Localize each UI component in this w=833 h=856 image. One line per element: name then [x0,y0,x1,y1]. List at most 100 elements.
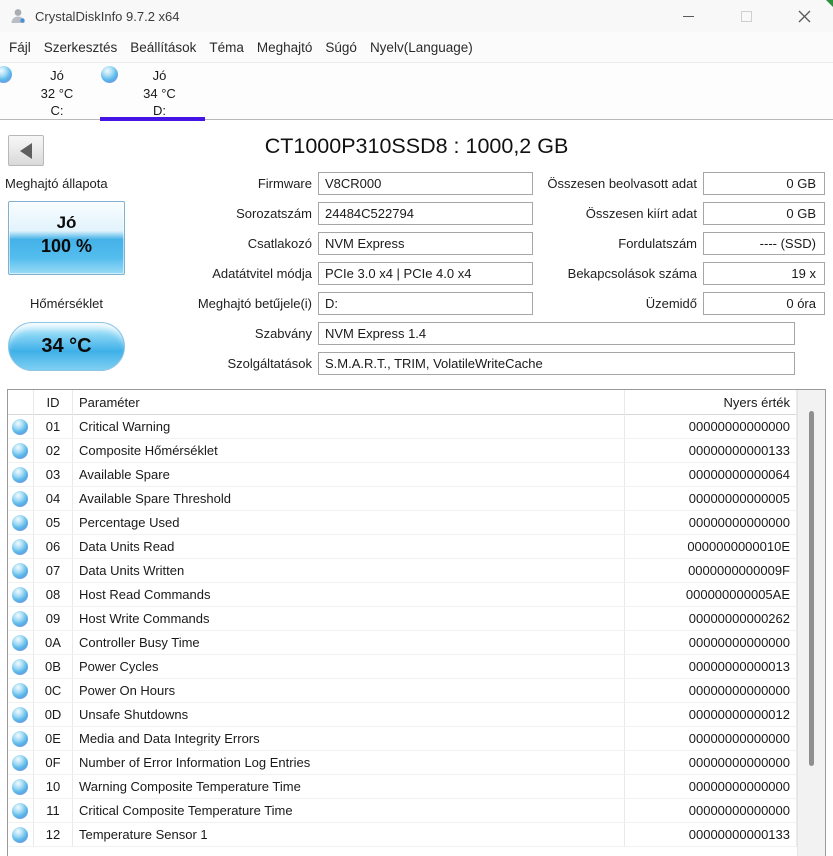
smart-table: ID Paraméter Nyers érték 01 Critical War… [7,389,826,856]
row-parameter: Temperature Sensor 1 [73,823,625,846]
header-id: ID [34,390,73,415]
maximize-button[interactable] [717,0,775,32]
status-orb-icon [12,587,28,603]
drive-tab-d[interactable]: Jó 34 °C D: [100,63,205,121]
status-orb-icon [12,803,28,819]
table-row: 0A Controller Busy Time 00000000000000 [8,631,825,655]
field-sorozatszam: Sorozatszám 24484C522794 Összesen kiírt … [0,202,833,225]
row-raw-value: 0000000000009F [625,559,797,582]
back-button[interactable] [8,135,44,166]
tab-status: Jó [50,68,64,83]
table-row: 0C Power On Hours 00000000000000 [8,679,825,703]
status-orb-icon [12,515,28,531]
table-row: 09 Host Write Commands 00000000000262 [8,607,825,631]
app-icon [11,9,25,23]
table-row: 04 Available Spare Threshold 00000000000… [8,487,825,511]
row-parameter: Data Units Written [73,559,625,582]
scrollbar-thumb[interactable] [809,411,814,766]
row-id: 03 [34,463,73,486]
row-raw-value: 00000000000000 [625,799,797,822]
drive-tab-strip: Jó 32 °C C: Jó 34 °C D: [0,62,833,121]
row-parameter: Power Cycles [73,655,625,678]
row-raw-value: 00000000000000 [625,679,797,702]
field-label: Csatlakozó [247,236,312,251]
field-label: Adatátvitel módja [212,266,312,281]
maximize-icon [740,10,752,22]
field-value: 24484C522794 [318,202,533,225]
table-row: 05 Percentage Used 00000000000000 [8,511,825,535]
row-parameter: Critical Warning [73,415,625,438]
row-id: 0D [34,703,73,726]
row-raw-value: 00000000000000 [625,751,797,774]
drive-tab-c[interactable]: Jó 32 °C C: [0,63,100,120]
table-row: 11 Critical Composite Temperature Time 0… [8,799,825,823]
row-raw-value: 00000000000133 [625,823,797,846]
row-id: 10 [34,775,73,798]
field-firmware: Firmware V8CR000 Összesen beolvasott ada… [0,172,833,195]
menu-item-fajl[interactable]: Fájl [9,40,31,55]
field-value: D: [318,292,533,315]
row-parameter: Warning Composite Temperature Time [73,775,625,798]
table-scrollbar[interactable] [797,390,825,856]
row-raw-value: 00000000000000 [625,727,797,750]
row-raw-value: 00000000000012 [625,703,797,726]
minimize-icon [682,15,694,17]
smart-table-header: ID Paraméter Nyers érték [8,390,825,415]
close-icon [798,10,810,22]
status-orb-icon [12,683,28,699]
row-id: 12 [34,823,73,846]
menu-item-beallitasok[interactable]: Beállítások [130,40,196,55]
field-value: NVM Express [318,232,533,255]
row-id: 0E [34,727,73,750]
status-orb-icon [12,611,28,627]
status-orb-icon [12,779,28,795]
menu-item-tema[interactable]: Téma [209,40,244,55]
row-id: 0C [34,679,73,702]
table-row: 03 Available Spare 00000000000064 [8,463,825,487]
tab-letter: C: [50,103,64,118]
row-raw-value: 00000000000000 [625,775,797,798]
field-label: Összesen kiírt adat [585,206,697,221]
row-parameter: Percentage Used [73,511,625,534]
row-id: 01 [34,415,73,438]
minimize-button[interactable] [659,0,717,32]
row-id: 05 [34,511,73,534]
app-title: CrystalDiskInfo 9.7.2 x64 [35,8,180,24]
field-label: Szabvány [254,326,312,341]
tab-temperature: 32 °C [40,85,74,101]
menu-item-sugo[interactable]: Súgó [325,40,357,55]
table-row: 08 Host Read Commands 000000000005AE [8,583,825,607]
menu-item-nyelv[interactable]: Nyelv(Language) [370,40,473,55]
row-id: 0B [34,655,73,678]
menu-item-szerkesztes[interactable]: Szerkesztés [44,40,118,55]
row-id: 02 [34,439,73,462]
row-parameter: Critical Composite Temperature Time [73,799,625,822]
field-label: Üzemidő [645,296,697,311]
tab-status: Jó [152,68,167,83]
field-label: Fordulatszám [618,236,697,251]
table-row: 0E Media and Data Integrity Errors 00000… [8,727,825,751]
row-raw-value: 0000000000010E [625,535,797,558]
table-row: 12 Temperature Sensor 1 00000000000133 [8,823,825,847]
status-orb-icon [12,539,28,555]
window-controls [659,0,833,32]
field-betujele: Meghajtó betűjele(i) D: Üzemidő 0 óra [0,292,833,315]
header-icon-col [8,390,34,415]
row-raw-value: 00000000000000 [625,511,797,534]
row-parameter: Media and Data Integrity Errors [73,727,625,750]
field-adatatvitel: Adatátvitel módja PCIe 3.0 x4 | PCIe 4.0… [0,262,833,285]
back-arrow-icon [20,142,32,159]
field-value: ---- (SSD) [703,232,825,255]
table-row: 10 Warning Composite Temperature Time 00… [8,775,825,799]
field-value: NVM Express 1.4 [318,322,795,345]
row-id: 04 [34,487,73,510]
close-button[interactable] [775,0,833,32]
table-row: 07 Data Units Written 0000000000009F [8,559,825,583]
menu-item-meghajto[interactable]: Meghajtó [257,40,313,55]
row-raw-value: 00000000000000 [625,631,797,654]
field-szolgaltatasok: Szolgáltatások S.M.A.R.T., TRIM, Volatil… [0,352,833,375]
row-parameter: Available Spare Threshold [73,487,625,510]
row-parameter: Power On Hours [73,679,625,702]
row-raw-value: 00000000000013 [625,655,797,678]
row-raw-value: 00000000000005 [625,487,797,510]
